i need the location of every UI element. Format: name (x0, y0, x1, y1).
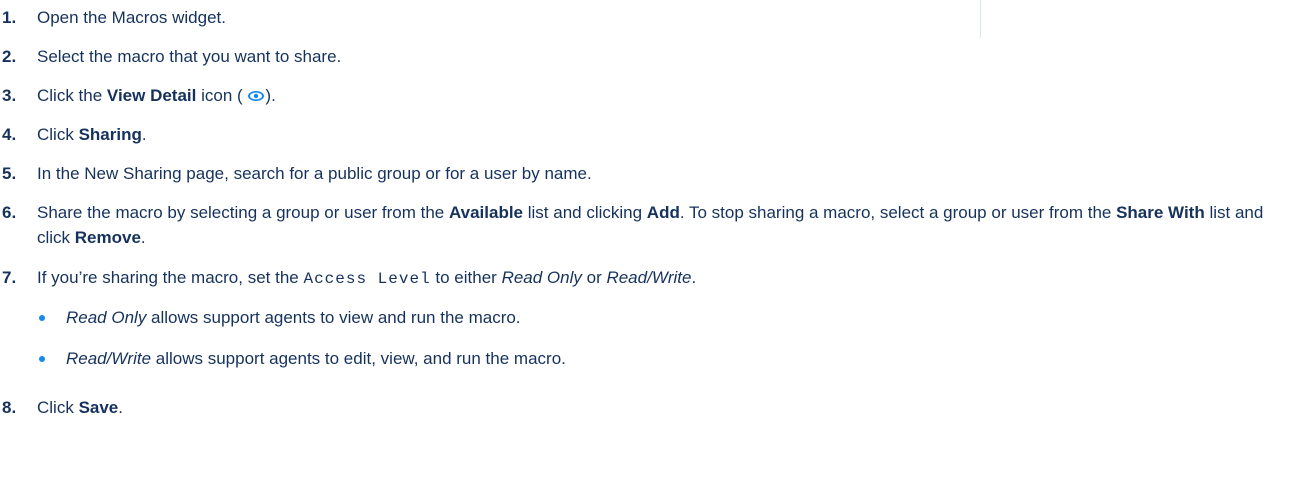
read-write-term: Read/Write (66, 349, 152, 368)
step-number: 8. (2, 398, 17, 417)
step-7-pre: If you’re sharing the macro, set the (37, 268, 304, 287)
step-2-text: Select the macro that you want to share. (37, 47, 342, 66)
step-4: 4. Click Sharing. (0, 122, 1295, 147)
step-5-text: In the New Sharing page, search for a pu… (37, 164, 592, 183)
step-2: 2. Select the macro that you want to sha… (0, 44, 1295, 69)
step-number: 6. (2, 203, 17, 222)
step-7-mid2: or (581, 268, 607, 287)
step-8-post: . (118, 398, 123, 417)
step-7-post: . (691, 268, 697, 287)
step-8: 8. Click Save. (0, 395, 1295, 420)
step-number: 4. (2, 125, 17, 144)
sub-item-read-write: Read/Write allows support agents to edit… (37, 346, 1287, 371)
step-number: 1. (2, 8, 17, 27)
step-text: In the New Sharing page, search for a pu… (37, 161, 1295, 186)
step-6-text-3: . To stop sharing a macro, select a grou… (679, 203, 1117, 222)
step-5: 5. In the New Sharing page, search for a… (0, 161, 1295, 186)
eye-icon (247, 90, 265, 102)
step-6: 6. Share the macro by selecting a group … (0, 200, 1295, 250)
read-only-term: Read Only (501, 268, 582, 287)
step-number: 7. (2, 268, 17, 287)
share-with-label: Share With (1116, 203, 1205, 222)
step-text: Select the macro that you want to share. (37, 44, 1295, 69)
step-1-text: Open the Macros widget. (37, 8, 226, 27)
step-text: Open the Macros widget. (37, 5, 1295, 30)
step-text: Click Sharing. (37, 122, 1295, 147)
read-write-term: Read/Write (606, 268, 692, 287)
step-3-pre: Click the (37, 86, 107, 105)
view-detail-label: View Detail (106, 86, 197, 105)
step-text: Share the macro by selecting a group or … (37, 200, 1295, 250)
step-4-post: . (141, 125, 147, 144)
sharing-label: Sharing (78, 125, 142, 144)
step-1: 1. Open the Macros widget. (0, 5, 1295, 30)
step-6-text-2: list and clicking (523, 203, 647, 222)
remove-label: Remove (74, 228, 141, 247)
save-label: Save (78, 398, 119, 417)
step-number: 5. (2, 164, 17, 183)
step-3-post: ). (265, 86, 276, 105)
step-text: Click Save. (37, 395, 1295, 420)
read-only-description: allows support agents to view and run th… (146, 308, 521, 327)
step-number: 2. (2, 47, 17, 66)
step-3: 3. Click the View Detail icon ( ). (0, 83, 1295, 108)
read-only-term: Read Only (66, 308, 147, 327)
available-label: Available (448, 203, 524, 222)
sub-item-read-only: Read Only allows support agents to view … (37, 305, 1287, 330)
bullet-icon (39, 315, 45, 321)
sub-item-text: Read/Write allows support agents to edit… (66, 346, 1287, 371)
sub-item-text: Read Only allows support agents to view … (66, 305, 1287, 330)
add-label: Add (646, 203, 680, 222)
step-3-mid: icon ( (196, 86, 248, 105)
step-text: Click the View Detail icon ( ). (37, 83, 1295, 108)
step-6-text-5: . (140, 228, 146, 247)
step-4-pre: Click (37, 125, 79, 144)
step-7-mid: to either (430, 268, 502, 287)
step-6-text-1: Share the macro by selecting a group or … (37, 203, 449, 222)
step-text: If you’re sharing the macro, set the Acc… (37, 265, 1295, 292)
read-write-description: allows support agents to edit, view, and… (151, 349, 566, 368)
step-7: 7. If you’re sharing the macro, set the … (0, 265, 1295, 292)
bullet-icon (39, 356, 45, 362)
step-8-pre: Click (37, 398, 79, 417)
step-number: 3. (2, 86, 17, 105)
access-level-code: Access Level (303, 270, 431, 288)
